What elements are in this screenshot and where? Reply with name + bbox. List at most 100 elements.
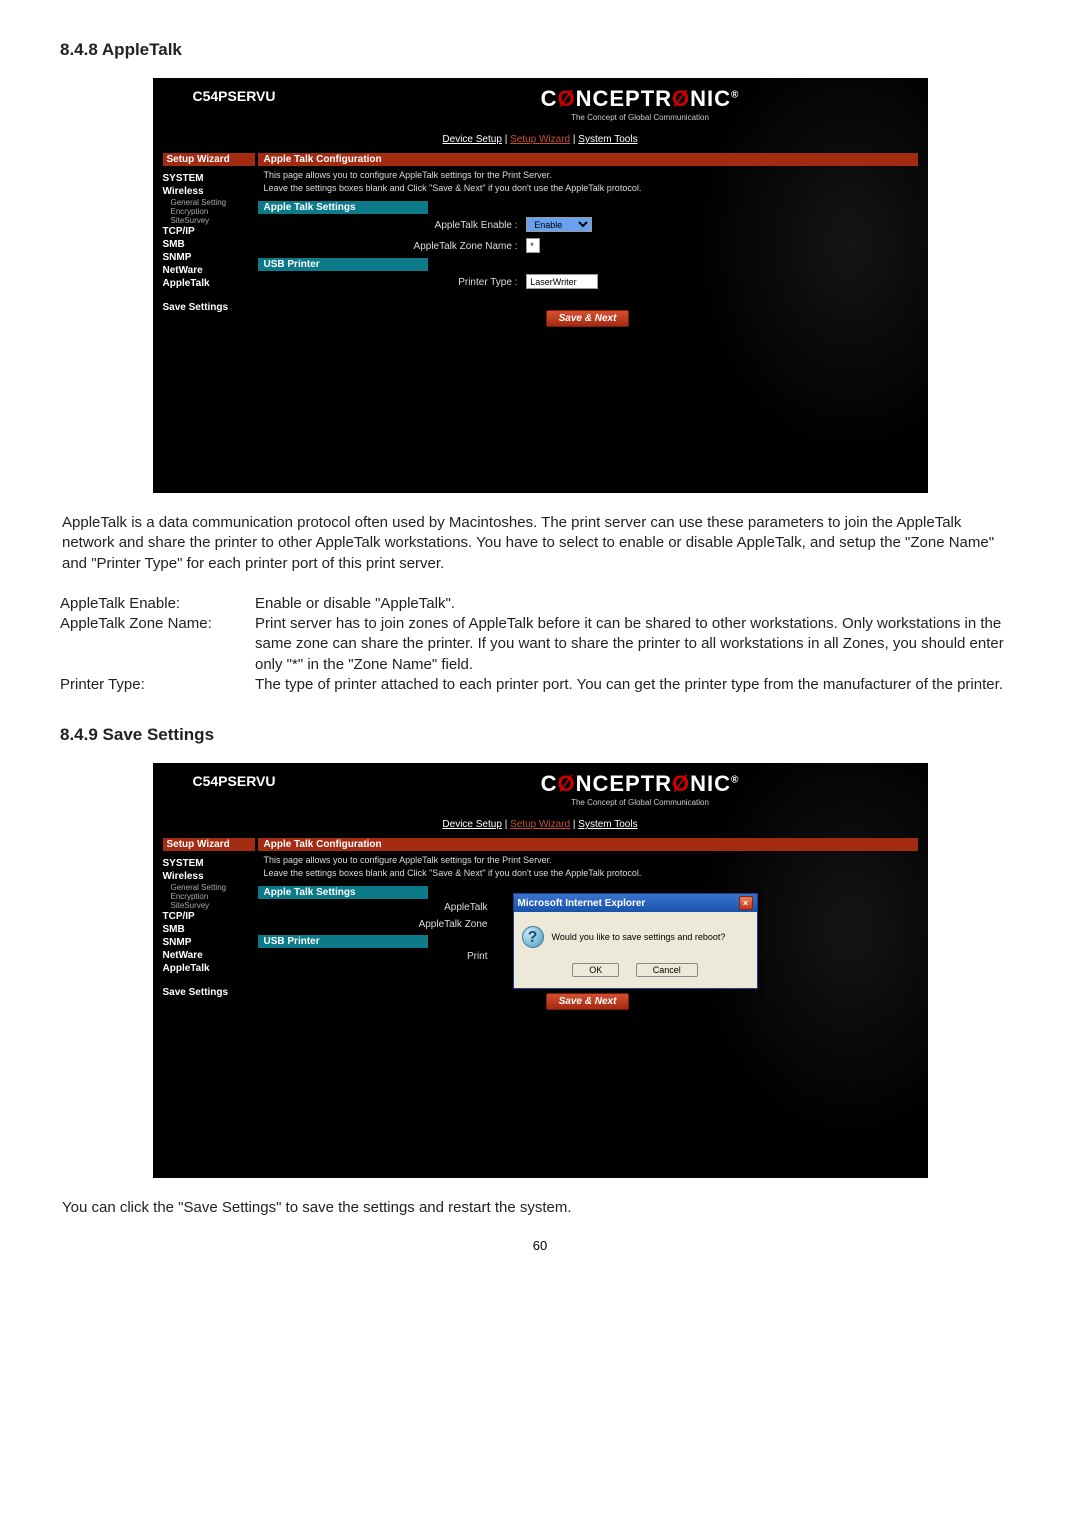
nav-device-setup[interactable]: Device Setup bbox=[442, 134, 501, 145]
sidebar-tcpip[interactable]: TCP/IP bbox=[163, 910, 255, 923]
sidebar-save-settings[interactable]: Save Settings bbox=[163, 302, 255, 313]
nav-system-tools[interactable]: System Tools bbox=[578, 134, 637, 145]
def-label-zone: AppleTalk Zone Name: bbox=[60, 614, 255, 634]
brand-mid2: Ø bbox=[672, 86, 690, 111]
label-zone-name: AppleTalk Zone Name : bbox=[264, 241, 524, 252]
def-desc-zone: Print server has to join zones of AppleT… bbox=[255, 614, 1020, 675]
screenshot-header: C54PSERVU CØNCEPTRØNIC® The Concept of G… bbox=[153, 78, 928, 124]
config-title: Apple Talk Configuration bbox=[258, 153, 918, 166]
brand-mid: Ø bbox=[557, 771, 575, 796]
main-panel: Apple Talk Configuration This page allow… bbox=[258, 153, 928, 493]
sidebar-wireless[interactable]: Wireless bbox=[163, 870, 255, 883]
brand-post2: NIC bbox=[690, 86, 731, 111]
sidebar-wireless[interactable]: Wireless bbox=[163, 185, 255, 198]
select-appletalk-enable[interactable]: Enable bbox=[526, 217, 592, 232]
dialog-titlebar: Microsoft Internet Explorer × bbox=[514, 894, 757, 912]
sidebar-general-setting[interactable]: General Setting bbox=[163, 198, 255, 207]
brand-reg: ® bbox=[731, 775, 739, 786]
sidebar-general-setting[interactable]: General Setting bbox=[163, 883, 255, 892]
sidebar-sitesurvey[interactable]: SiteSurvey bbox=[163, 216, 255, 225]
def-desc-enable: Enable or disable "AppleTalk". bbox=[255, 594, 1020, 614]
sidebar-netware[interactable]: NetWare bbox=[163, 949, 255, 962]
config-desc2: Leave the settings boxes blank and Click… bbox=[258, 866, 918, 884]
sidebar-system[interactable]: SYSTEM bbox=[163, 172, 255, 185]
spacer bbox=[258, 1018, 918, 1128]
label-printer-type-partial: Print bbox=[264, 951, 494, 962]
screenshot-header: C54PSERVU CØNCEPTRØNIC® The Concept of G… bbox=[153, 763, 928, 809]
brand-pre: C bbox=[541, 86, 558, 111]
brand-area: CØNCEPTRØNIC® The Concept of Global Comm… bbox=[363, 86, 918, 122]
top-nav: Device Setup | Setup Wizard | System Too… bbox=[153, 809, 928, 838]
sidebar-smb[interactable]: SMB bbox=[163, 923, 255, 936]
sidebar-system[interactable]: SYSTEM bbox=[163, 857, 255, 870]
sidebar-encryption[interactable]: Encryption bbox=[163, 892, 255, 901]
input-zone-name[interactable] bbox=[526, 238, 540, 253]
config-desc1: This page allows you to configure AppleT… bbox=[258, 168, 918, 181]
sidebar: Setup Wizard SYSTEM Wireless General Set… bbox=[153, 838, 258, 1178]
nav-system-tools[interactable]: System Tools bbox=[578, 819, 637, 830]
spacer bbox=[258, 335, 918, 445]
config-desc2: Leave the settings boxes blank and Click… bbox=[258, 181, 918, 199]
brand-post: NCEPTR bbox=[576, 771, 672, 796]
usb-printer-title: USB Printer bbox=[258, 258, 428, 271]
product-name: C54PSERVU bbox=[193, 86, 363, 104]
sidebar-tcpip[interactable]: TCP/IP bbox=[163, 225, 255, 238]
dialog-buttons: OK Cancel bbox=[514, 954, 757, 988]
top-nav: Device Setup | Setup Wizard | System Too… bbox=[153, 124, 928, 153]
brand-mid2: Ø bbox=[672, 771, 690, 796]
brand-tagline: The Concept of Global Communication bbox=[363, 113, 918, 122]
sidebar-smb[interactable]: SMB bbox=[163, 238, 255, 251]
ok-button[interactable]: OK bbox=[572, 963, 619, 977]
sidebar-save-settings[interactable]: Save Settings bbox=[163, 987, 255, 998]
sidebar-sitesurvey[interactable]: SiteSurvey bbox=[163, 901, 255, 910]
def-row-ptype: Printer Type: The type of printer attach… bbox=[60, 675, 1020, 695]
dialog-title-text: Microsoft Internet Explorer bbox=[518, 898, 646, 909]
row-appletalk-enable: AppleTalk Enable : Enable bbox=[258, 214, 918, 235]
nav-device-setup[interactable]: Device Setup bbox=[442, 819, 501, 830]
brand-post: NCEPTR bbox=[576, 86, 672, 111]
input-printer-type[interactable] bbox=[526, 274, 598, 289]
screenshot-body: Setup Wizard SYSTEM Wireless General Set… bbox=[153, 153, 928, 493]
dialog-body: ? Would you like to save settings and re… bbox=[514, 912, 757, 954]
sidebar-appletalk[interactable]: AppleTalk bbox=[163, 277, 255, 290]
paragraph-save-settings: You can click the "Save Settings" to sav… bbox=[60, 1198, 1020, 1218]
sidebar-appletalk[interactable]: AppleTalk bbox=[163, 962, 255, 975]
def-row-enable: AppleTalk Enable: Enable or disable "App… bbox=[60, 594, 1020, 614]
row-printer-type: Printer Type : bbox=[258, 271, 918, 292]
sidebar-snmp[interactable]: SNMP bbox=[163, 251, 255, 264]
sidebar-netware[interactable]: NetWare bbox=[163, 264, 255, 277]
section-heading-appletalk: 8.4.8 AppleTalk bbox=[60, 40, 1020, 60]
brand-pre: C bbox=[541, 771, 558, 796]
sidebar-encryption[interactable]: Encryption bbox=[163, 207, 255, 216]
main-panel: Apple Talk Configuration This page allow… bbox=[258, 838, 928, 1178]
paragraph-appletalk-intro: AppleTalk is a data communication protoc… bbox=[60, 513, 1020, 574]
save-next-button[interactable]: Save & Next bbox=[546, 993, 630, 1010]
sidebar-setup-wizard[interactable]: Setup Wizard bbox=[163, 153, 255, 166]
definitions-table: AppleTalk Enable: Enable or disable "App… bbox=[60, 594, 1020, 695]
close-icon[interactable]: × bbox=[739, 896, 753, 910]
brand-mid: Ø bbox=[557, 86, 575, 111]
appletalk-settings-title: Apple Talk Settings bbox=[258, 201, 428, 214]
brand-reg: ® bbox=[731, 90, 739, 101]
section-heading-save-settings: 8.4.9 Save Settings bbox=[60, 725, 1020, 745]
sidebar-setup-wizard[interactable]: Setup Wizard bbox=[163, 838, 255, 851]
sidebar-snmp[interactable]: SNMP bbox=[163, 936, 255, 949]
brand-area: CØNCEPTRØNIC® The Concept of Global Comm… bbox=[363, 771, 918, 807]
brand-logo: CØNCEPTRØNIC® bbox=[363, 771, 918, 797]
def-row-zone: AppleTalk Zone Name: Print server has to… bbox=[60, 614, 1020, 675]
screenshot-body: Setup Wizard SYSTEM Wireless General Set… bbox=[153, 838, 928, 1178]
brand-logo: CØNCEPTRØNIC® bbox=[363, 86, 918, 112]
screenshot-appletalk: C54PSERVU CØNCEPTRØNIC® The Concept of G… bbox=[153, 78, 928, 493]
label-zone-name-partial: AppleTalk Zone bbox=[264, 919, 494, 930]
confirm-dialog: Microsoft Internet Explorer × ? Would yo… bbox=[513, 893, 758, 989]
row-zone-name: AppleTalk Zone Name : bbox=[258, 235, 918, 256]
nav-setup-wizard[interactable]: Setup Wizard bbox=[510, 134, 570, 145]
cancel-button[interactable]: Cancel bbox=[636, 963, 698, 977]
save-next-button[interactable]: Save & Next bbox=[546, 310, 630, 327]
def-desc-ptype: The type of printer attached to each pri… bbox=[255, 675, 1020, 695]
nav-setup-wizard[interactable]: Setup Wizard bbox=[510, 819, 570, 830]
brand-tagline: The Concept of Global Communication bbox=[363, 798, 918, 807]
sidebar: Setup Wizard SYSTEM Wireless General Set… bbox=[153, 153, 258, 493]
config-desc1: This page allows you to configure AppleT… bbox=[258, 853, 918, 866]
appletalk-settings-title: Apple Talk Settings bbox=[258, 886, 428, 899]
